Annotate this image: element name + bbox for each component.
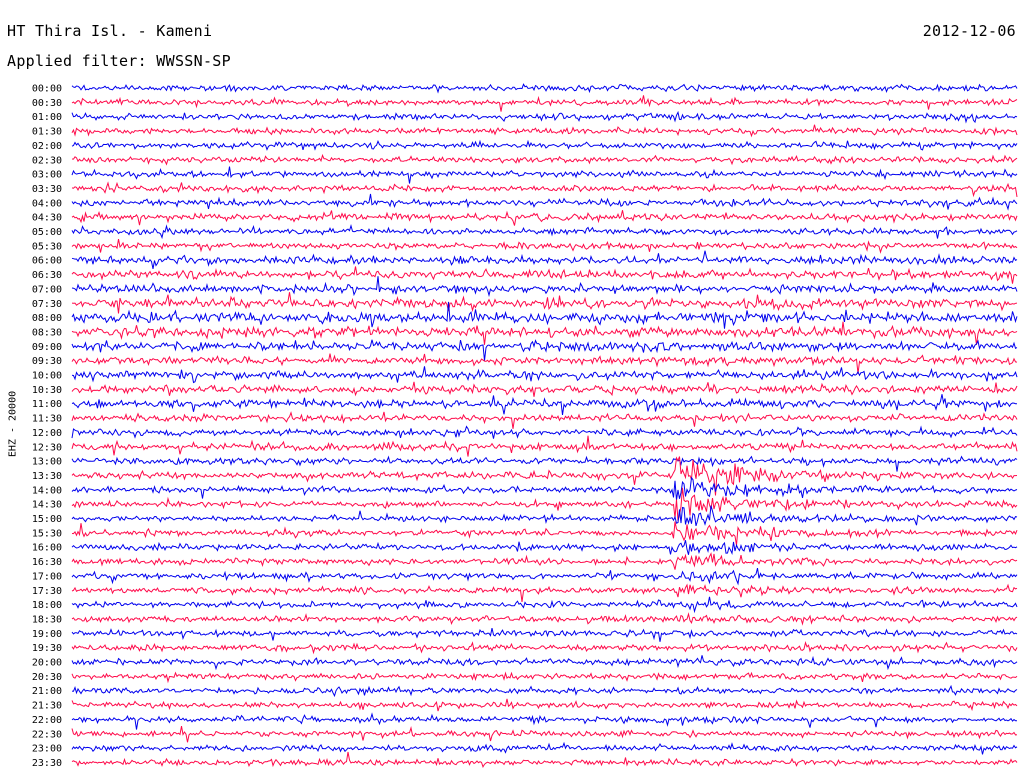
trace-1000 (71, 366, 1018, 384)
trace-1030 (71, 381, 1018, 397)
trace-0000 (71, 83, 1018, 94)
row-time-label: 12:00 (32, 428, 62, 439)
trace-2330 (71, 751, 1018, 768)
row-time-label: 15:00 (32, 514, 62, 525)
row-time-label: 11:00 (32, 399, 62, 410)
row-time-label: 20:00 (32, 658, 62, 669)
row-time-label: 20:30 (32, 672, 62, 683)
trace-1100 (71, 394, 1018, 415)
row-time-label: 09:30 (32, 356, 62, 367)
trace-0830 (71, 321, 1018, 345)
trace-2000 (71, 655, 1018, 671)
trace-0300 (71, 166, 1018, 184)
trace-0730 (71, 292, 1018, 314)
trace-0030 (71, 95, 1018, 112)
time-labels: 00:00 00:30 01:00 01:30 02:00 02:30 03:00 03:30… (32, 84, 62, 769)
row-time-label: 08:00 (32, 313, 62, 324)
row-time-label: 14:00 (32, 485, 62, 496)
trace-1530 (71, 521, 1018, 546)
trace-1930 (71, 640, 1018, 655)
trace-0700 (71, 276, 1018, 298)
trace-0200 (71, 139, 1018, 151)
trace-1830 (71, 612, 1018, 626)
row-time-label: 17:00 (32, 571, 62, 582)
trace-1200 (71, 425, 1018, 439)
row-time-label: 14:30 (32, 500, 62, 511)
row-time-label: 16:00 (32, 543, 62, 554)
row-time-label: 19:00 (32, 629, 62, 640)
trace-0100 (71, 110, 1018, 124)
trace-0630 (71, 266, 1018, 284)
trace-0500 (71, 224, 1018, 240)
row-time-label: 04:00 (32, 198, 62, 209)
trace-1800 (71, 596, 1018, 614)
trace-1600 (71, 540, 1018, 555)
row-time-label: 06:30 (32, 270, 62, 281)
row-time-label: 18:00 (32, 600, 62, 611)
row-time-label: 19:30 (32, 643, 62, 654)
row-time-label: 06:00 (32, 256, 62, 267)
trace-0530 (71, 239, 1018, 254)
trace-0330 (71, 181, 1018, 198)
trace-0430 (71, 210, 1018, 226)
row-time-label: 00:00 (32, 84, 62, 95)
row-time-label: 21:30 (32, 701, 62, 712)
trace-2200 (71, 712, 1017, 730)
trace-1630 (71, 552, 1018, 570)
row-time-label: 23:30 (32, 758, 62, 769)
trace-1730 (71, 583, 1018, 602)
row-time-label: 13:00 (32, 457, 62, 468)
row-time-label: 10:00 (32, 371, 62, 382)
trace-2100 (71, 684, 1018, 698)
row-time-label: 05:30 (32, 241, 62, 252)
row-time-label: 13:30 (32, 471, 62, 482)
trace-0900 (71, 339, 1018, 361)
row-time-label: 16:30 (32, 557, 62, 568)
row-time-label: 22:00 (32, 715, 62, 726)
trace-1300 (71, 455, 1018, 472)
row-time-label: 23:00 (32, 744, 62, 755)
trace-1400 (71, 476, 1018, 501)
row-time-label: 01:00 (32, 112, 62, 123)
trace-1500 (71, 505, 1018, 527)
row-time-label: 01:30 (32, 127, 62, 138)
row-time-label: 07:00 (32, 284, 62, 295)
trace-1230 (71, 435, 1018, 457)
row-time-label: 17:30 (32, 586, 62, 597)
trace-0230 (71, 153, 1018, 166)
row-time-label: 00:30 (32, 98, 62, 109)
trace-0930 (71, 353, 1018, 374)
row-time-label: 22:30 (32, 729, 62, 740)
row-time-label: 15:30 (32, 528, 62, 539)
trace-0600 (71, 250, 1018, 269)
row-time-label: 08:30 (32, 327, 62, 338)
trace-1700 (71, 567, 1018, 586)
row-time-label: 03:30 (32, 184, 62, 195)
row-time-label: 02:00 (32, 141, 62, 152)
row-time-label: 10:30 (32, 385, 62, 396)
trace-1130 (71, 411, 1018, 429)
seismic-traces (71, 83, 1018, 768)
row-time-label: 05:00 (32, 227, 62, 238)
helicorder-plot: 00:00 00:30 01:00 01:30 02:00 02:30 03:00 03:30… (32, 83, 1018, 769)
row-time-label: 03:00 (32, 170, 62, 181)
trace-0800 (71, 301, 1018, 329)
trace-0400 (71, 193, 1018, 211)
trace-2130 (71, 698, 1018, 712)
trace-0130 (71, 124, 1018, 138)
trace-2300 (71, 741, 1018, 755)
row-time-label: 02:30 (32, 155, 62, 166)
row-time-label: 21:00 (32, 686, 62, 697)
row-time-label: 18:30 (32, 614, 62, 625)
row-time-label: 11:30 (32, 414, 62, 425)
trace-1900 (71, 627, 1018, 642)
trace-2230 (71, 726, 1018, 743)
row-time-label: 04:30 (32, 213, 62, 224)
row-time-label: 07:30 (32, 299, 62, 310)
trace-2030 (71, 671, 1018, 684)
row-time-label: 09:00 (32, 342, 62, 353)
row-time-label: 12:30 (32, 442, 62, 453)
